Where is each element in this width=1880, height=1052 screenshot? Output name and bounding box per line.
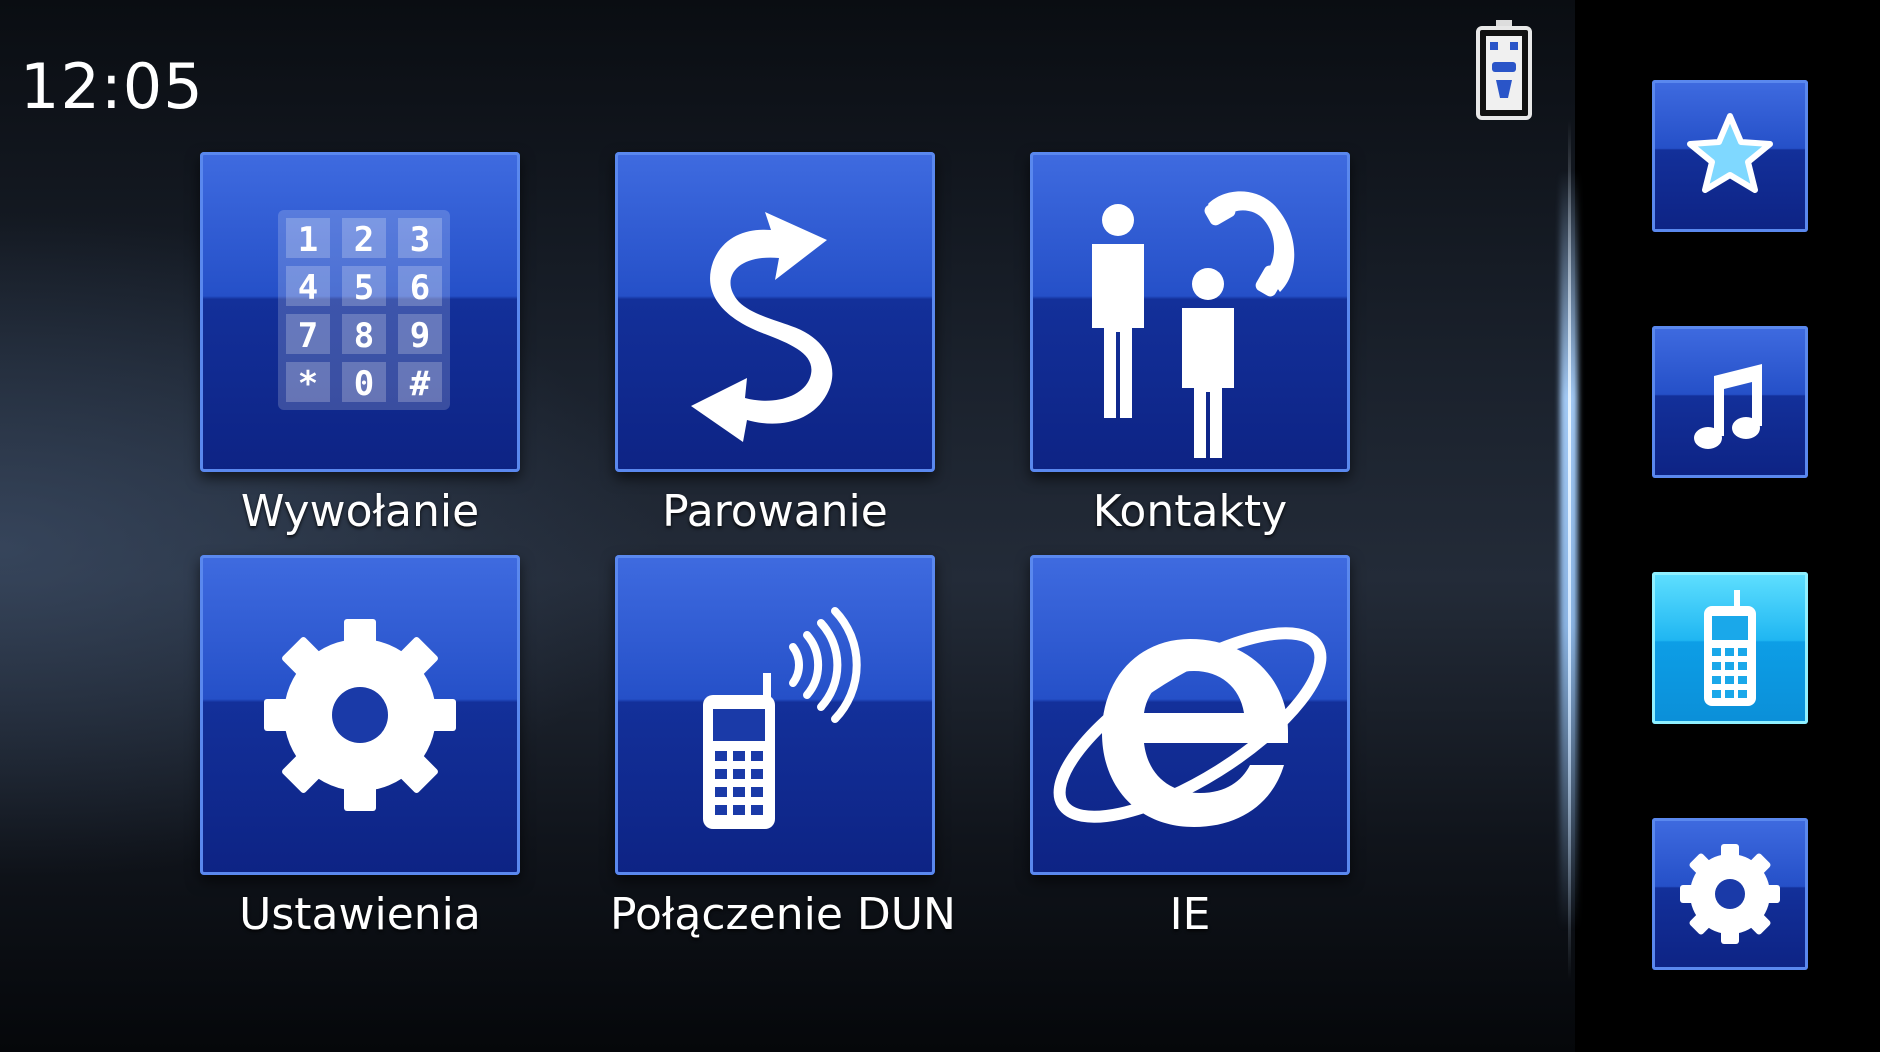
- gear-icon: [264, 619, 456, 811]
- tile-button-polaczenie-dun[interactable]: [615, 555, 935, 875]
- tile-label-ie: IE: [1169, 889, 1211, 940]
- tile-polaczenie-dun[interactable]: Połączenie DUN: [610, 555, 956, 940]
- dialpad-key-label: 1: [298, 220, 318, 260]
- tile-button-ustawienia[interactable]: [200, 555, 520, 875]
- mobile-phone-icon: [1704, 590, 1756, 706]
- gear-icon: [1680, 844, 1780, 944]
- dialpad-key-label: *: [298, 364, 318, 404]
- dialpad-key-label: #: [410, 364, 431, 404]
- tile-button-kontakty[interactable]: [1030, 152, 1350, 472]
- tile-ustawienia[interactable]: Ustawienia: [195, 555, 525, 940]
- tile-label-parowanie: Parowanie: [662, 486, 888, 537]
- tile-button-ie[interactable]: [1030, 555, 1350, 875]
- tile-kontakty[interactable]: Kontakty: [1025, 152, 1355, 537]
- dialpad-key-label: 3: [410, 220, 430, 260]
- gear-tooth: [344, 785, 376, 811]
- sidebar-item-favorites[interactable]: [1652, 80, 1808, 232]
- tile-button-wywolanie[interactable]: 1 2 3 4 5 6 7 8 9 * 0 #: [200, 152, 520, 472]
- gear-tooth: [1721, 928, 1739, 944]
- dialpad-key-label: 7: [298, 316, 318, 356]
- dialpad-key-label: 9: [410, 316, 430, 356]
- dialpad-key-label: 8: [354, 316, 374, 356]
- sidebar-item-phone[interactable]: [1652, 572, 1808, 724]
- internet-explorer-icon: [1053, 627, 1327, 827]
- sync-arrows-icon: [691, 212, 833, 442]
- tile-wywolanie[interactable]: 1 2 3 4 5 6 7 8 9 * 0 # Wywołanie: [195, 152, 525, 537]
- dialpad-icon: 1 2 3 4 5 6 7 8 9 * 0 #: [278, 210, 450, 410]
- battery-icon: [1476, 20, 1532, 120]
- dialpad-key-label: 6: [410, 268, 430, 308]
- contacts-icon: [1092, 191, 1295, 458]
- sidebar-item-settings[interactable]: [1652, 818, 1808, 970]
- gear-tooth: [1680, 885, 1696, 903]
- tile-ie[interactable]: IE: [1025, 555, 1355, 940]
- tile-label-polaczenie-dun: Połączenie DUN: [610, 889, 956, 940]
- dialpad-key-label: 2: [354, 220, 374, 260]
- star-icon: [1687, 113, 1773, 193]
- gear-tooth: [344, 619, 376, 645]
- gear-tooth: [1721, 844, 1739, 860]
- music-note-icon: [1694, 364, 1762, 449]
- clock: 12:05: [20, 50, 204, 123]
- gear-tooth: [430, 699, 456, 731]
- tile-label-wywolanie: Wywołanie: [240, 486, 480, 537]
- tile-parowanie[interactable]: Parowanie: [610, 152, 940, 537]
- dialpad-key-label: 4: [298, 268, 318, 308]
- sidebar-item-music[interactable]: [1652, 326, 1808, 478]
- tile-label-kontakty: Kontakty: [1092, 486, 1288, 537]
- tile-label-ustawienia: Ustawienia: [239, 889, 481, 940]
- mobile-signal-icon: [703, 607, 861, 829]
- gear-tooth: [1764, 885, 1780, 903]
- tile-button-parowanie[interactable]: [615, 152, 935, 472]
- dialpad-key-label: 5: [354, 268, 374, 308]
- gear-tooth: [264, 699, 290, 731]
- dialpad-key-label: 0: [354, 364, 374, 404]
- divider-line: [1568, 120, 1571, 980]
